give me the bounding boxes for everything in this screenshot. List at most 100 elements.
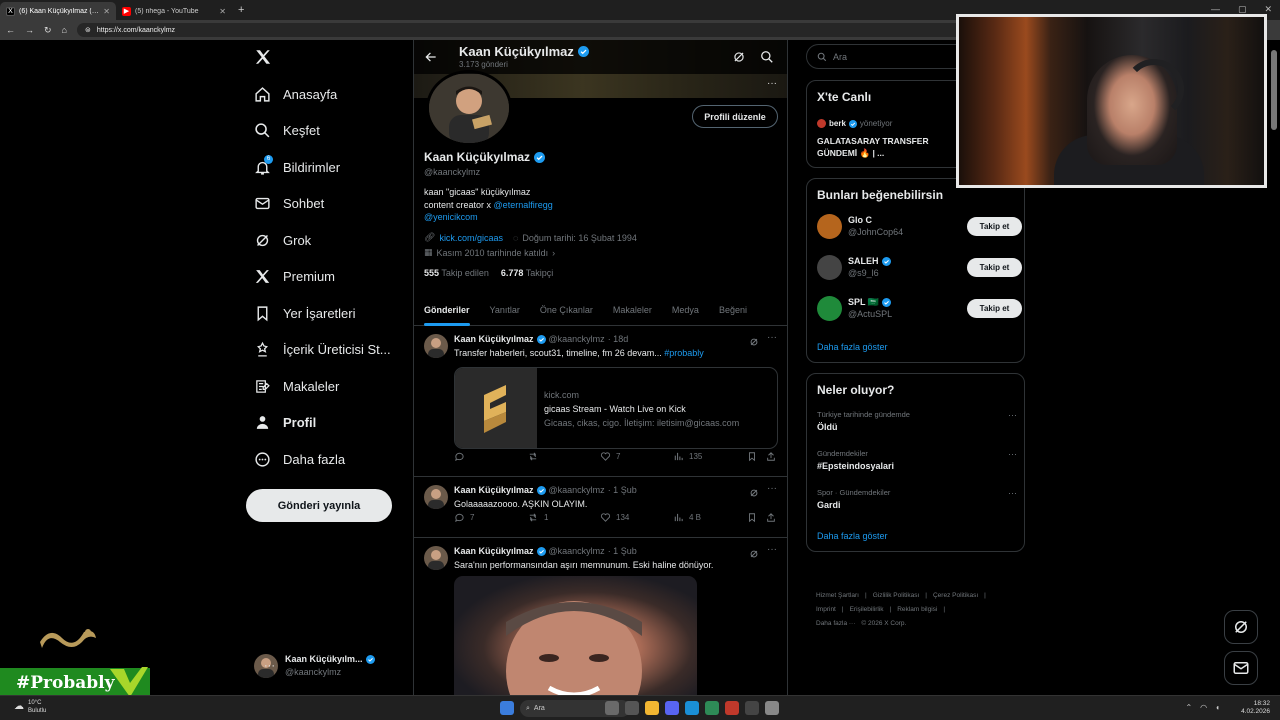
- like-button[interactable]: 7: [600, 451, 620, 462]
- post-author[interactable]: Kaan Küçükyılmaz: [454, 485, 534, 495]
- reply-button[interactable]: [454, 451, 470, 462]
- follow-button[interactable]: Takip et: [967, 298, 1022, 318]
- forward-icon[interactable]: →: [25, 25, 34, 35]
- edit-profile-button[interactable]: Profili düzenle: [692, 105, 778, 128]
- footer-link[interactable]: Gizlilik Politikası: [873, 592, 920, 599]
- file-explorer-icon[interactable]: [645, 701, 659, 715]
- show-more-link[interactable]: Daha fazla göster: [817, 531, 888, 541]
- settings-icon[interactable]: [765, 701, 779, 715]
- browser-tab-youtube[interactable]: ▶ (5) nhega - YouTube ✕: [116, 2, 232, 20]
- back-arrow-icon[interactable]: [424, 50, 438, 69]
- following-link[interactable]: 555 Takip edilen: [424, 268, 489, 278]
- footer-link[interactable]: Çerez Politikası: [933, 592, 978, 599]
- reply-button[interactable]: 7: [454, 512, 474, 523]
- home-icon[interactable]: ⌂: [62, 25, 67, 35]
- followers-link[interactable]: 6.778 Takipçi: [501, 268, 553, 278]
- browser-tab-x[interactable]: X (6) Kaan Küçükyılmaz (@kaanckylmz) / X…: [0, 2, 116, 20]
- discord-icon[interactable]: [665, 701, 679, 715]
- trend-item[interactable]: Türkiye tarihinde gündemde Öldü ···: [817, 410, 1017, 432]
- site-info-icon[interactable]: ⊜: [85, 26, 91, 34]
- footer-link[interactable]: © 2026 X Corp.: [861, 620, 906, 627]
- close-tab-icon[interactable]: ✕: [103, 7, 110, 16]
- bio-mention-link[interactable]: @eternalfiregg: [494, 200, 553, 210]
- avatar[interactable]: [424, 334, 448, 358]
- trend-item[interactable]: Spor · Gündemdekiler Gardi ···: [817, 488, 1017, 510]
- views-button[interactable]: 135: [673, 451, 702, 462]
- post-author[interactable]: Kaan Küçükyılmaz: [454, 546, 534, 556]
- app-icon[interactable]: [745, 701, 759, 715]
- follow-button[interactable]: Takip et: [967, 216, 1022, 236]
- profile-tab[interactable]: Yanıtlar: [480, 294, 530, 326]
- new-tab-icon[interactable]: +: [238, 4, 244, 16]
- nav-item[interactable]: Sohbet: [254, 189, 324, 219]
- live-host[interactable]: berk: [829, 119, 846, 128]
- like-button[interactable]: 134: [600, 512, 629, 523]
- footer-link[interactable]: Imprint: [816, 606, 836, 613]
- hashtag-link[interactable]: #probably: [664, 348, 704, 358]
- bio-mention-link[interactable]: @yenicikcom: [424, 211, 553, 224]
- post-time[interactable]: · 18d: [608, 334, 629, 344]
- profile-tab[interactable]: Medya: [662, 294, 709, 326]
- footer-link[interactable]: Erişilebilirlik: [850, 606, 884, 613]
- nav-item[interactable]: Anasayfa: [254, 79, 337, 109]
- repost-button[interactable]: [527, 451, 544, 462]
- nav-item[interactable]: İçerik Üreticisi St...: [254, 335, 391, 365]
- scrollbar[interactable]: [1271, 50, 1277, 130]
- avatar[interactable]: [424, 546, 448, 570]
- more-dots-icon[interactable]: ···: [264, 660, 275, 672]
- grok-icon[interactable]: [749, 546, 759, 564]
- more-dots-icon[interactable]: ···: [767, 78, 777, 89]
- post-time[interactable]: · 1 Şub: [608, 485, 637, 495]
- trend-item[interactable]: Gündemdekiler #Epsteindosyalari ···: [817, 449, 1017, 471]
- nav-item[interactable]: Keşfet: [254, 116, 320, 146]
- avatar[interactable]: [424, 485, 448, 509]
- more-dots-icon[interactable]: ···: [1008, 410, 1017, 420]
- app-icon[interactable]: [725, 701, 739, 715]
- joined-row[interactable]: ▦ Kasım 2010 tarihinde katıldı ›: [424, 247, 555, 258]
- back-icon[interactable]: ←: [6, 25, 15, 35]
- suggested-user[interactable]: Glo C @JohnCop64 Takip et: [817, 212, 1022, 240]
- search-icon[interactable]: [760, 50, 774, 69]
- grok-fab-button[interactable]: [1224, 610, 1258, 644]
- grok-icon[interactable]: [732, 50, 746, 69]
- follow-button[interactable]: Takip et: [967, 257, 1022, 277]
- address-bar[interactable]: ⊜ https://x.com/kaanckylmz: [76, 23, 977, 37]
- volume-icon[interactable]: ◖: [1215, 703, 1220, 712]
- messages-fab-button[interactable]: [1224, 651, 1258, 685]
- clock[interactable]: 18:32 4.02.2026: [1241, 700, 1270, 716]
- more-dots-icon[interactable]: ···: [767, 332, 777, 343]
- x-logo-icon[interactable]: [254, 48, 272, 71]
- more-dots-icon[interactable]: ···: [1008, 449, 1017, 459]
- taskview-icon[interactable]: [605, 701, 619, 715]
- edge-icon[interactable]: [685, 701, 699, 715]
- footer-link[interactable]: Reklam bilgisi: [897, 606, 937, 613]
- more-dots-icon[interactable]: ···: [1008, 488, 1017, 498]
- nav-item[interactable]: 6 Bildirimler: [254, 152, 340, 182]
- post[interactable]: Kaan Küçükyılmaz @kaanckylmz · 1 Şub ···…: [414, 538, 787, 695]
- nav-item[interactable]: Profil: [254, 408, 316, 438]
- grok-icon[interactable]: [749, 485, 759, 503]
- profile-tab[interactable]: Beğeni: [709, 294, 757, 326]
- website-link[interactable]: kick.com/gicaas: [439, 233, 503, 243]
- post-author[interactable]: Kaan Küçükyılmaz: [454, 334, 534, 344]
- post-time[interactable]: · 1 Şub: [608, 546, 637, 556]
- grok-icon[interactable]: [749, 334, 759, 352]
- bookmark-icon[interactable]: [747, 512, 757, 523]
- nav-item[interactable]: Makaleler: [254, 371, 339, 401]
- more-dots-icon[interactable]: ···: [767, 544, 777, 555]
- start-icon[interactable]: [500, 701, 514, 715]
- post-image[interactable]: [454, 576, 697, 695]
- bookmark-icon[interactable]: [747, 451, 757, 462]
- post-button[interactable]: Gönderi yayınla: [246, 489, 392, 522]
- profile-tab[interactable]: Gönderiler: [414, 294, 480, 326]
- show-more-link[interactable]: Daha fazla göster: [817, 342, 888, 352]
- more-dots-icon[interactable]: ···: [767, 483, 777, 494]
- app-icon[interactable]: [705, 701, 719, 715]
- nav-item[interactable]: Premium: [254, 262, 335, 292]
- avatar[interactable]: [817, 295, 842, 321]
- reload-icon[interactable]: ↻: [44, 25, 52, 36]
- profile-avatar[interactable]: [426, 70, 512, 146]
- post[interactable]: Kaan Küçükyılmaz @kaanckylmz · 18d ··· T…: [414, 326, 787, 477]
- profile-tab[interactable]: Makaleler: [603, 294, 662, 326]
- avatar[interactable]: [817, 213, 842, 239]
